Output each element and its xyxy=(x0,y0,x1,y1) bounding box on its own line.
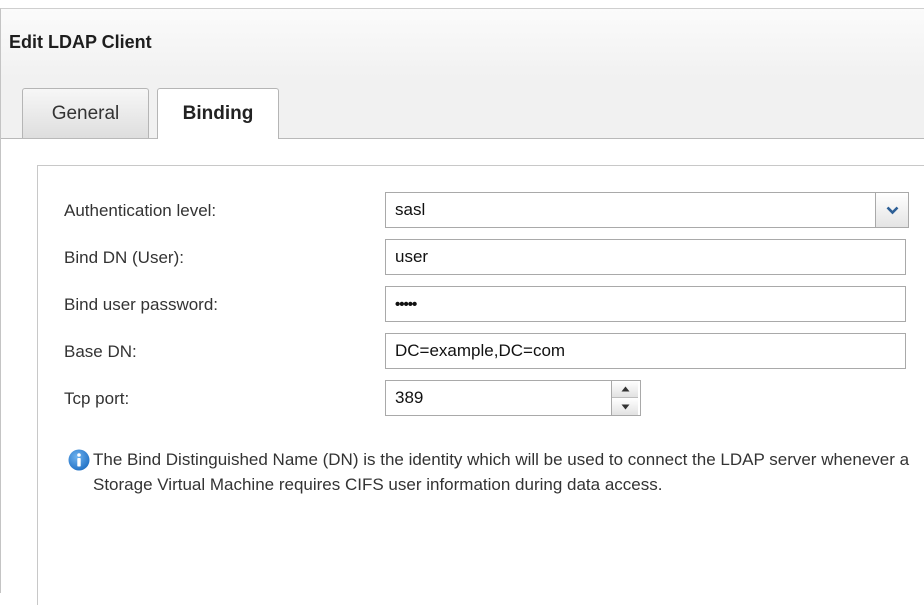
bind-dn-label: Bind DN (User): xyxy=(64,248,184,267)
password-label: Bind user password: xyxy=(64,295,219,314)
password-value: ••••• xyxy=(395,295,417,313)
tab-content: Authentication level: sasl Bind DN (User… xyxy=(1,139,924,605)
tab-binding[interactable]: Binding xyxy=(157,88,279,139)
info-message: The Bind Distinguished Name (DN) is the … xyxy=(68,447,918,497)
info-icon xyxy=(68,449,90,471)
dialog-title-bar: Edit LDAP Client xyxy=(1,9,924,77)
auth-level-select[interactable]: sasl xyxy=(385,192,909,228)
tab-general[interactable]: General xyxy=(22,88,149,138)
bind-dn-value: user xyxy=(395,247,429,266)
chevron-down-icon xyxy=(886,206,898,214)
auth-level-value: sasl xyxy=(395,200,426,219)
triangle-up-icon xyxy=(621,386,629,392)
tcp-port-stepper[interactable]: 389 xyxy=(385,380,641,416)
info-text: The Bind Distinguished Name (DN) is the … xyxy=(93,450,910,494)
base-dn-input[interactable]: DC=example,DC=com xyxy=(385,333,906,369)
tab-strip: General Binding xyxy=(1,77,924,139)
auth-level-label: Authentication level: xyxy=(64,201,217,220)
spin-up-button[interactable] xyxy=(612,381,638,398)
bind-dn-input[interactable]: user xyxy=(385,239,906,275)
tcp-port-label: Tcp port: xyxy=(64,389,130,408)
base-dn-label: Base DN: xyxy=(64,342,137,361)
base-dn-value: DC=example,DC=com xyxy=(395,341,566,360)
dialog-title: Edit LDAP Client xyxy=(9,32,152,52)
auth-level-dropdown-button[interactable] xyxy=(875,193,908,227)
triangle-down-icon xyxy=(621,404,629,409)
binding-panel: Authentication level: sasl Bind DN (User… xyxy=(37,165,924,605)
edit-ldap-client-dialog: Edit LDAP Client General Binding Authent… xyxy=(0,8,924,605)
tcp-port-spin-buttons xyxy=(611,381,638,415)
password-input[interactable]: ••••• xyxy=(385,286,906,322)
tcp-port-value: 389 xyxy=(395,388,424,407)
spin-down-button[interactable] xyxy=(612,398,638,415)
